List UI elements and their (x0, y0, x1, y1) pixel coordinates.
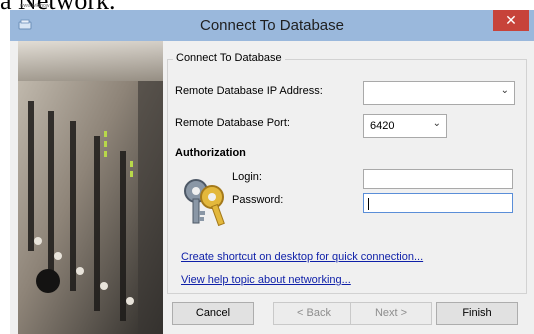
ip-address-combobox[interactable]: ⌄ (363, 81, 515, 105)
text-caret (368, 198, 369, 210)
ip-address-label: Remote Database IP Address: (175, 85, 323, 97)
group-title: Connect To Database (173, 52, 285, 64)
password-label: Password: (232, 194, 284, 206)
finish-button[interactable]: Finish (436, 302, 518, 325)
keys-icon (184, 179, 225, 227)
chevron-down-icon: ⌄ (432, 118, 441, 129)
connect-dialog: Connect To Database ✕ Connect To Databas… (10, 10, 534, 334)
close-button[interactable]: ✕ (493, 10, 529, 31)
title-bar[interactable]: Connect To Database ✕ (10, 10, 534, 41)
chevron-down-icon: ⌄ (500, 85, 509, 96)
login-label: Login: (232, 171, 262, 183)
create-shortcut-link[interactable]: Create shortcut on desktop for quick con… (181, 251, 423, 263)
cancel-button[interactable]: Cancel (172, 302, 254, 325)
login-field[interactable] (363, 169, 513, 189)
authorization-heading: Authorization (175, 147, 246, 159)
background-small-text: www.wikihow (20, 3, 50, 9)
password-field[interactable] (363, 193, 513, 213)
window-title: Connect To Database (200, 17, 344, 34)
port-value: 6420 (370, 120, 395, 132)
next-button[interactable]: Next > (350, 302, 432, 325)
close-icon: ✕ (505, 12, 517, 28)
help-topic-link[interactable]: View help topic about networking... (181, 274, 351, 286)
back-button[interactable]: < Back (273, 302, 355, 325)
mixing-console-image (18, 41, 163, 334)
port-combobox[interactable]: 6420 ⌄ (363, 114, 447, 138)
port-label: Remote Database Port: (175, 117, 290, 129)
